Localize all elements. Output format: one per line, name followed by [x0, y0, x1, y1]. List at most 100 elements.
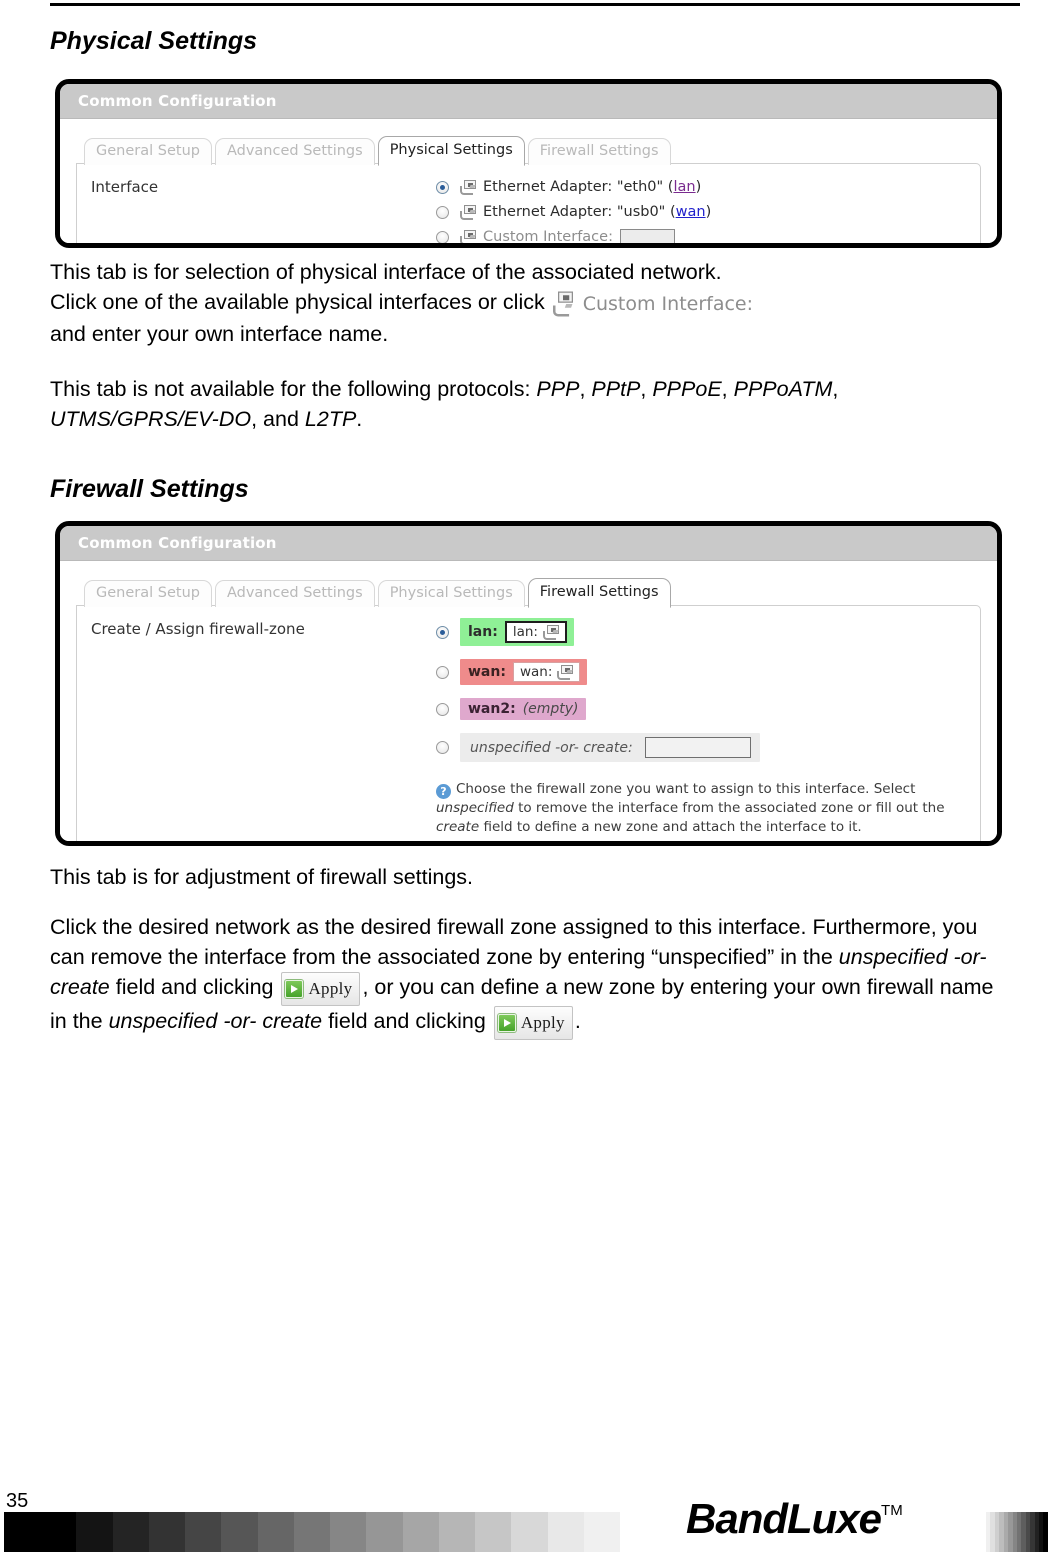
custom-interface-input[interactable]: [619, 228, 675, 243]
zone-badge-wan[interactable]: wan: wan:: [460, 659, 588, 685]
apply-button-label: Apply: [520, 1013, 565, 1032]
protocols-lead: This tab is not available for the follow…: [50, 377, 537, 401]
panel-header-title: Common Configuration: [60, 84, 997, 119]
tab-firewall-settings[interactable]: Firewall Settings: [527, 138, 671, 165]
interface-field-row: Interface Ethernet Adapter: "eth0" (lan)…: [91, 176, 966, 245]
apply-button-image-1[interactable]: Apply: [281, 972, 361, 1006]
firewall-zone-help-text: ? Choose the firewall zone you want to as…: [436, 780, 966, 837]
protocol-pptp: PPtP: [591, 377, 641, 401]
panel-body: General Setup Advanced Settings Physical…: [60, 561, 997, 841]
firewall-detail-period: .: [574, 1009, 581, 1033]
link-lan[interactable]: lan: [673, 179, 695, 195]
section-heading-physical-settings: Physical Settings: [50, 27, 258, 55]
zone-lan-chip: lan:: [504, 621, 567, 643]
option-usb0[interactable]: Ethernet Adapter: "usb0" (wan): [436, 201, 966, 223]
paragraph-physical-protocols: This tab is not available for the follow…: [50, 377, 839, 431]
option-custom-interface[interactable]: Custom Interface:: [436, 226, 966, 245]
option-zone-wan2[interactable]: wan2: (empty): [436, 698, 966, 720]
firewall-detail-part4: field and clicking: [322, 1009, 486, 1033]
help-part3: field to define a new zone and attach th…: [479, 819, 862, 835]
zone-wan2-empty-label: (empty): [522, 701, 579, 717]
protocol-ppp: PPP: [536, 377, 580, 401]
network-adapter-icon: [557, 664, 574, 680]
option-zone-wan[interactable]: wan: wan:: [436, 659, 966, 685]
protocol-l2tp: L2TP: [304, 407, 357, 431]
network-adapter-icon: [460, 204, 477, 220]
tab-physical-settings[interactable]: Physical Settings: [377, 580, 525, 607]
zone-wan-name: wan:: [468, 664, 506, 680]
tab-general-setup[interactable]: General Setup: [84, 138, 212, 165]
link-wan[interactable]: wan: [676, 204, 706, 220]
panel-body: General Setup Advanced Settings Physical…: [60, 119, 997, 245]
tab-bar-physical: General Setup Advanced Settings Physical…: [76, 136, 981, 166]
firewall-zone-options: lan: lan: wan: wan: wan2: (empty) unspec…: [436, 618, 966, 837]
footer-gradient-left: [4, 1512, 620, 1552]
section-heading-firewall-settings: Firewall Settings: [50, 475, 249, 503]
option-zone-unspecified[interactable]: unspecified -or- create:: [436, 733, 966, 762]
physical-intro-line2: Click one of the available physical inte…: [50, 290, 545, 314]
help-em-create: create: [436, 819, 480, 835]
radio-eth0[interactable]: [436, 180, 449, 194]
firewall-detail-em2: unspecified -or- create: [108, 1009, 323, 1033]
zone-wan-chip-label: wan:: [519, 664, 553, 680]
protocols-and: and: [263, 407, 299, 431]
zone-wan2-name: wan2:: [468, 701, 516, 717]
option-eth0[interactable]: Ethernet Adapter: "eth0" (lan): [436, 176, 966, 198]
zone-badge-unspecified[interactable]: unspecified -or- create:: [460, 733, 760, 762]
tab-pane-firewall-settings: Create / Assign firewall-zone lan: lan:: [76, 605, 981, 841]
interface-options: Ethernet Adapter: "eth0" (lan) Ethernet …: [436, 176, 966, 245]
tab-advanced-settings[interactable]: Advanced Settings: [214, 138, 375, 165]
option-zone-lan[interactable]: lan: lan:: [436, 618, 966, 646]
tab-bar-firewall: General Setup Advanced Settings Physical…: [76, 578, 981, 608]
protocol-pppoatm: PPPoATM: [733, 377, 833, 401]
bandluxe-logo: BandLuxeTM: [686, 1495, 903, 1543]
radio-usb0[interactable]: [436, 205, 449, 219]
firewall-zone-field-row: Create / Assign firewall-zone lan: lan:: [91, 618, 966, 837]
radio-zone-wan[interactable]: [436, 665, 449, 679]
option-eth0-suffix: ): [695, 179, 702, 195]
network-adapter-icon: [460, 229, 477, 243]
physical-intro-line1: This tab is for selection of physical in…: [50, 260, 722, 284]
zone-badge-lan[interactable]: lan: lan:: [460, 618, 574, 646]
document-page: Physical Settings Common Configuration G…: [0, 0, 1064, 1552]
question-mark-icon: ?: [436, 784, 451, 799]
zone-unspecified-label: unspecified -or- create:: [470, 739, 633, 756]
firewall-intro-text: This tab is for adjustment of firewall s…: [50, 865, 474, 889]
firewall-detail-part2: field and clicking: [109, 975, 274, 999]
tab-firewall-settings[interactable]: Firewall Settings: [527, 578, 671, 608]
option-custom-interface-label: Custom Interface:: [483, 229, 613, 245]
panel-header-title: Common Configuration: [60, 526, 997, 561]
tab-general-setup[interactable]: General Setup: [84, 580, 212, 607]
network-adapter-icon: [542, 624, 560, 640]
help-part1: Choose the firewall zone you want to ass…: [456, 781, 916, 797]
network-adapter-icon: [552, 291, 581, 317]
trademark-symbol: TM: [881, 1502, 903, 1519]
physical-intro-line3: and enter your own interface name.: [50, 322, 389, 346]
radio-zone-wan2[interactable]: [436, 702, 449, 716]
option-usb0-prefix: Ethernet Adapter: "usb0" (: [483, 204, 676, 220]
play-arrow-icon: [497, 1014, 516, 1032]
protocol-utms: UTMS/GPRS/EV-DO: [50, 407, 252, 431]
tab-physical-settings[interactable]: Physical Settings: [377, 136, 525, 166]
header-rule: [50, 3, 1020, 6]
radio-zone-lan[interactable]: [436, 625, 449, 639]
create-zone-input[interactable]: [644, 737, 751, 758]
paragraph-physical-intro: This tab is for selection of physical in…: [50, 257, 1010, 349]
radio-custom-interface[interactable]: [436, 230, 449, 243]
zone-badge-wan2[interactable]: wan2: (empty): [460, 698, 586, 720]
inline-custom-interface-caption: Custom Interface:: [582, 293, 754, 315]
play-arrow-icon: [285, 980, 304, 998]
zone-lan-chip-label: lan:: [512, 624, 538, 640]
paragraph-firewall-intro: This tab is for adjustment of firewall s…: [50, 862, 1010, 892]
help-part2: to remove the interface from the associa…: [513, 800, 945, 816]
interface-field-label: Interface: [91, 178, 159, 196]
radio-zone-unspecified[interactable]: [436, 741, 449, 754]
apply-button-image-2[interactable]: Apply: [493, 1006, 573, 1040]
option-eth0-prefix: Ethernet Adapter: "eth0" (: [483, 179, 674, 195]
footer-gradient-right: [986, 1512, 1048, 1552]
tab-advanced-settings[interactable]: Advanced Settings: [214, 580, 375, 607]
option-usb0-suffix: ): [705, 204, 712, 220]
inline-custom-interface-image: Custom Interface:: [552, 289, 754, 319]
screenshot-panel-firewall-settings: Common Configuration General Setup Advan…: [55, 521, 1002, 846]
paragraph-firewall-detail: Click the desired network as the desired…: [50, 912, 1010, 1040]
